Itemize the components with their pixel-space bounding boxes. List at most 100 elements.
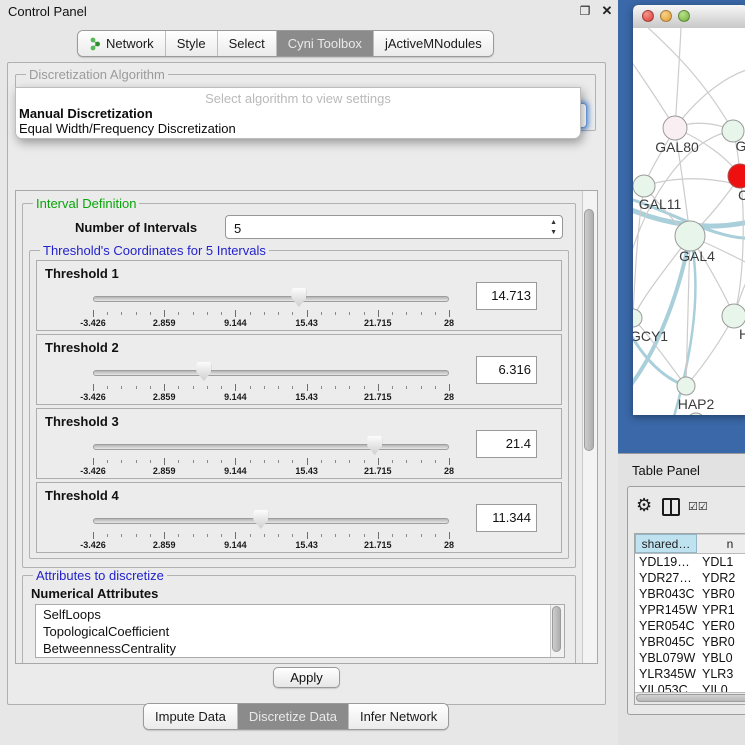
tab-label: Select xyxy=(229,31,265,56)
scrollbar-thumb[interactable] xyxy=(584,209,594,451)
cell-shared-name[interactable]: YPR145W xyxy=(635,602,697,618)
numerical-attributes-label: Numerical Attributes xyxy=(31,586,569,601)
gear-icon[interactable]: ⚙ xyxy=(636,495,652,516)
scrollbar-thumb[interactable] xyxy=(552,606,561,652)
slider-track[interactable] xyxy=(93,370,449,376)
tab-jactivemnodules[interactable]: jActiveMNodules xyxy=(373,31,493,56)
cell-name[interactable]: YBR0 xyxy=(697,634,745,650)
bottom-tab-discretize-data[interactable]: Discretize Data xyxy=(237,704,348,729)
slider-track[interactable] xyxy=(93,444,449,450)
close-panel-icon[interactable]: ✕ xyxy=(598,2,616,20)
cell-shared-name[interactable]: YDR27… xyxy=(635,570,697,586)
network-node-bottom-node[interactable] xyxy=(687,413,705,415)
bottom-tab-infer-network[interactable]: Infer Network xyxy=(348,704,448,729)
algorithm-dropdown-popup: Select algorithm to view settings Manual… xyxy=(15,87,581,139)
table-row[interactable]: YDL19…YDL1 xyxy=(635,554,745,570)
network-node-gal4[interactable] xyxy=(675,221,705,251)
network-node-gal11[interactable] xyxy=(633,175,655,197)
cell-name[interactable]: YLR3 xyxy=(697,666,745,682)
cell-name[interactable]: YBR0 xyxy=(697,586,745,602)
network-node-h-node[interactable] xyxy=(722,304,745,328)
tab-select[interactable]: Select xyxy=(217,31,276,56)
threshold-value-field[interactable]: 11.344 xyxy=(476,504,537,532)
bottom-tab-label: Infer Network xyxy=(360,704,437,729)
column-header-shared-name[interactable]: shared… xyxy=(635,534,697,553)
node-label-gcy1: GCY1 xyxy=(633,328,668,344)
attribute-list-item[interactable]: SelfLoops xyxy=(43,606,564,623)
bottom-tab-impute-data[interactable]: Impute Data xyxy=(144,704,237,729)
table-horizontal-scrollbar[interactable] xyxy=(635,692,745,704)
network-node-red-node[interactable] xyxy=(728,164,745,188)
slider-thumb[interactable] xyxy=(196,362,211,381)
interval-definition-group: Interval Definition Number of Intervals … xyxy=(22,196,576,568)
close-traffic-light-icon[interactable] xyxy=(642,10,654,22)
threshold-slider[interactable]: -3.4262.8599.14415.4321.71528 xyxy=(93,435,449,475)
attribute-list-item[interactable]: BetweennessCentrality xyxy=(43,640,564,657)
column-layout-icon[interactable] xyxy=(662,498,680,516)
cell-name[interactable]: YDR2 xyxy=(697,570,745,586)
table-row[interactable]: YPR145WYPR1 xyxy=(635,602,745,618)
threshold-value-field[interactable]: 6.316 xyxy=(476,356,537,384)
tab-style[interactable]: Style xyxy=(165,31,217,56)
table-row[interactable]: YBR045CYBR0 xyxy=(635,634,745,650)
threshold-slider[interactable]: -3.4262.8599.14415.4321.71528 xyxy=(93,509,449,549)
slider-track[interactable] xyxy=(93,296,449,302)
column-header-name[interactable]: n xyxy=(697,534,745,553)
table-row[interactable]: YBR043CYBR0 xyxy=(635,586,745,602)
network-window-titlebar[interactable] xyxy=(633,5,745,29)
cell-name[interactable]: YBL0 xyxy=(697,650,745,666)
attribute-list-item[interactable]: TopologicalCoefficient xyxy=(43,623,564,640)
algorithm-option-manual[interactable]: Manual Discretization xyxy=(19,106,153,121)
slider-track[interactable] xyxy=(93,518,449,524)
apply-row: Apply xyxy=(8,667,605,688)
cell-shared-name[interactable]: YBR043C xyxy=(635,586,697,602)
node-label-h-node: H xyxy=(739,326,745,342)
slider-tick-labels: -3.4262.8599.14415.4321.71528 xyxy=(93,540,449,550)
cell-shared-name[interactable]: YLR345W xyxy=(635,666,697,682)
control-panel-titlebar: Control Panel ❐ ✕ xyxy=(0,0,618,24)
cell-shared-name[interactable]: YER054C xyxy=(635,618,697,634)
cell-shared-name[interactable]: YBR045C xyxy=(635,634,697,650)
network-node-gal80[interactable] xyxy=(663,116,687,140)
cell-shared-name[interactable]: YBL079W xyxy=(635,650,697,666)
threshold-slider[interactable]: -3.4262.8599.14415.4321.71528 xyxy=(93,361,449,401)
cell-name[interactable]: YPR1 xyxy=(697,602,745,618)
zoom-traffic-light-icon[interactable] xyxy=(678,10,690,22)
minimize-traffic-light-icon[interactable] xyxy=(660,10,672,22)
number-of-intervals-combobox[interactable]: 5 ▲▼ xyxy=(225,215,563,239)
table-row[interactable]: YLR345WYLR3 xyxy=(635,666,745,682)
cell-shared-name[interactable]: YDL19… xyxy=(635,554,697,570)
float-window-icon[interactable]: ❐ xyxy=(576,2,594,20)
settings-scroll-content: Interval Definition Number of Intervals … xyxy=(16,191,582,663)
apply-button[interactable]: Apply xyxy=(273,667,340,688)
thresholds-group: Threshold's Coordinates for 5 Intervals … xyxy=(29,243,569,559)
algorithm-option-equal-width[interactable]: Equal Width/Frequency Discretization xyxy=(19,121,236,136)
network-node-hap2[interactable] xyxy=(677,377,695,395)
threshold-list: Threshold 1-3.4262.8599.14415.4321.71528… xyxy=(36,260,562,553)
network-view-window[interactable]: GAL80GCGAL11GAL4GCY1HHAP2 xyxy=(633,5,745,415)
slider-thumb[interactable] xyxy=(367,436,382,455)
threshold-value-field[interactable]: 21.4 xyxy=(476,430,537,458)
tab-cyni-toolbox[interactable]: Cyni Toolbox xyxy=(276,31,373,56)
scrollbar-thumb[interactable] xyxy=(636,694,745,702)
settings-vertical-scrollbar[interactable] xyxy=(582,191,597,663)
table-row[interactable]: YER054CYER0 xyxy=(635,618,745,634)
network-node-gcy1[interactable] xyxy=(633,309,642,327)
select-columns-icon[interactable]: ☑☑ xyxy=(688,500,708,513)
node-label-gal80: GAL80 xyxy=(655,139,699,155)
slider-thumb[interactable] xyxy=(291,288,306,307)
slider-ticks xyxy=(93,384,449,391)
attributes-list-scrollbar[interactable] xyxy=(550,605,564,657)
table-row[interactable]: YDR27…YDR2 xyxy=(635,570,745,586)
threshold-slider[interactable]: -3.4262.8599.14415.4321.71528 xyxy=(93,287,449,327)
tab-network[interactable]: Network xyxy=(78,31,165,56)
table-panel: ⚙ ☑☑ shared… n YDL19…YDL1YDR27…YDR2YBR04… xyxy=(627,486,745,715)
threshold-value-field[interactable]: 14.713 xyxy=(476,282,537,310)
slider-tick-labels: -3.4262.8599.14415.4321.71528 xyxy=(93,466,449,476)
slider-thumb[interactable] xyxy=(253,510,268,529)
table-row[interactable]: YBL079WYBL0 xyxy=(635,650,745,666)
network-canvas[interactable]: GAL80GCGAL11GAL4GCY1HHAP2 xyxy=(633,28,745,415)
cell-name[interactable]: YER0 xyxy=(697,618,745,634)
cell-name[interactable]: YDL1 xyxy=(697,554,745,570)
algorithm-placeholder-option[interactable]: Select algorithm to view settings xyxy=(16,91,580,106)
